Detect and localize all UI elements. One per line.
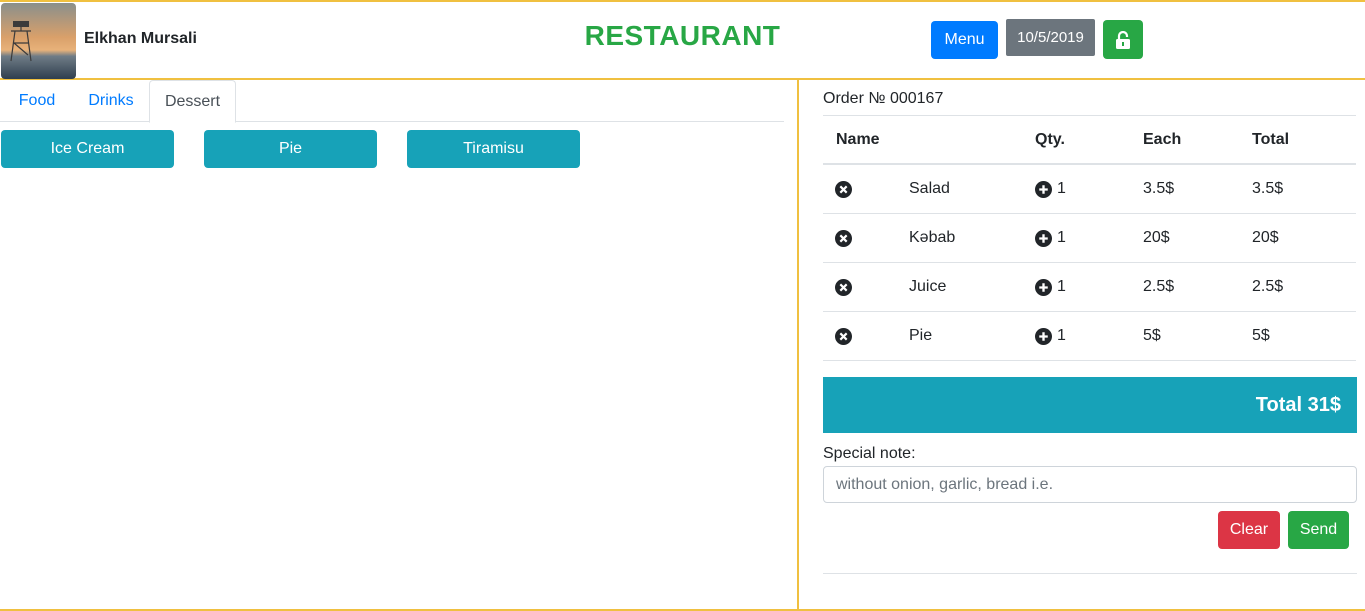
order-pane: Order № 000167 Name Qty. Each Total Sala… [801,80,1365,609]
order-row: Salad 1 3.5$ 3.5$ [823,165,1356,214]
remove-item-icon[interactable] [835,229,852,247]
increase-qty-icon[interactable] [1035,180,1052,198]
order-item-qty: 1 [1057,180,1066,197]
order-number: Order № 000167 [823,90,944,107]
order-item-name: Juice [909,278,947,295]
category-tabs: Food Drinks Dessert [0,80,784,123]
tab-drinks[interactable]: Drinks [73,80,149,122]
order-total: Total 31$ [823,377,1357,433]
order-item-name: Salad [909,180,950,197]
avatar [1,3,76,79]
menu-pane: Food Drinks Dessert Ice Cream Pie Tirami… [0,80,799,609]
order-item-each: 20$ [1143,229,1170,246]
column-header-name: Name [836,130,880,148]
remove-item-icon[interactable] [835,180,852,198]
item-button-pie[interactable]: Pie [204,130,377,168]
username: Elkhan Mursali [84,30,197,47]
clear-button[interactable]: Clear [1218,511,1280,549]
order-item-qty: 1 [1057,327,1066,344]
lock-button[interactable] [1103,20,1143,59]
order-item-qty: 1 [1057,229,1066,246]
increase-qty-icon[interactable] [1035,229,1052,247]
send-button[interactable]: Send [1288,511,1349,549]
order-item-each: 3.5$ [1143,180,1175,197]
tab-food[interactable]: Food [1,80,73,122]
avatar-image [1,3,76,79]
order-row: Pie 1 5$ 5$ [823,312,1356,361]
order-table-header: Name Qty. Each Total [823,115,1356,165]
order-row: Kəbab 1 20$ 20$ [823,214,1356,263]
increase-qty-icon[interactable] [1035,278,1052,296]
order-table: Name Qty. Each Total Salad 1 3.5$ 3.5$ Kəbab… [823,115,1356,361]
remove-item-icon[interactable] [835,278,852,296]
order-item-total: 20$ [1252,229,1279,246]
divider [823,573,1357,574]
tab-dessert[interactable]: Dessert [149,80,236,123]
column-header-each: Each [1143,130,1182,148]
order-item-total: 5$ [1252,327,1270,344]
order-item-each: 2.5$ [1143,278,1175,295]
special-note-input[interactable] [823,466,1357,503]
menu-button[interactable]: Menu [931,21,998,59]
remove-item-icon[interactable] [835,327,852,345]
order-item-name: Pie [909,327,933,344]
column-header-qty: Qty. [1035,130,1065,148]
item-button-ice-cream[interactable]: Ice Cream [1,130,174,168]
item-button-tiramisu[interactable]: Tiramisu [407,130,580,168]
app-title: RESTAURANT [584,20,781,51]
order-item-total: 2.5$ [1252,278,1284,295]
order-item-qty: 1 [1057,278,1066,295]
date-display: 10/5/2019 [1006,19,1095,56]
column-header-total: Total [1252,130,1290,148]
order-item-total: 3.5$ [1252,180,1284,197]
order-item-name: Kəbab [909,229,956,246]
increase-qty-icon[interactable] [1035,327,1052,345]
order-row: Juice 1 2.5$ 2.5$ [823,263,1356,312]
app-header: Elkhan Mursali RESTAURANT Menu 10/5/2019 [0,0,1365,80]
order-item-each: 5$ [1143,327,1161,344]
unlock-icon [1116,30,1130,49]
special-note-label: Special note: [823,445,916,462]
